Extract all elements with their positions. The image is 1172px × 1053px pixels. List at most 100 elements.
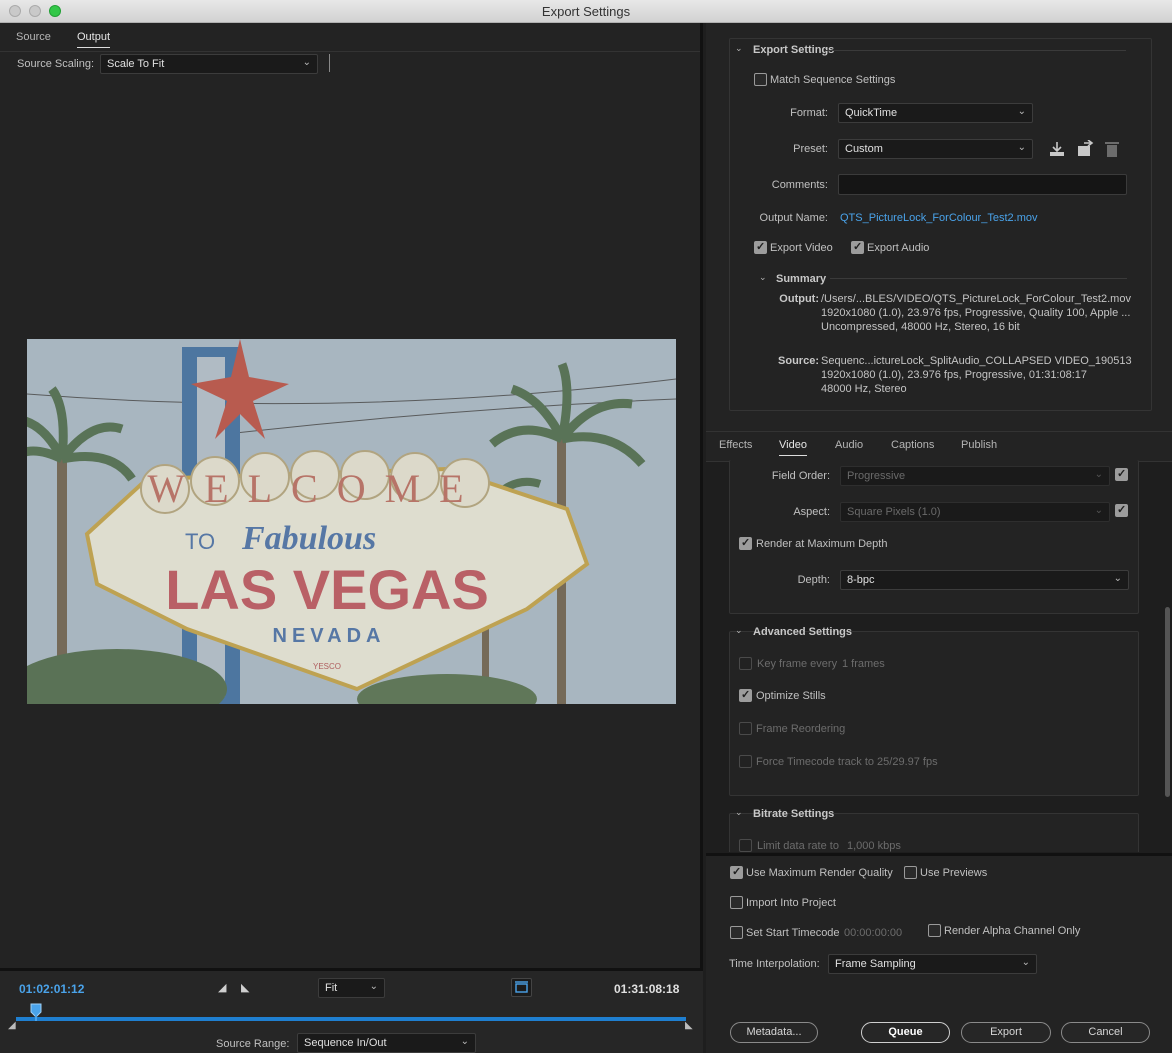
summary-output-line-1: /Users/...BLES/VIDEO/QTS_PictureLock_For…: [821, 293, 1131, 305]
set-in-point-icon[interactable]: ◢: [218, 981, 226, 994]
settings-tab-bar: Effects Video Audio Captions Publish: [706, 432, 1172, 462]
zoom-level-dropdown[interactable]: Fit ⌄: [318, 978, 385, 998]
aspect-label: Aspect:: [793, 506, 830, 518]
chevron-down-icon: ⌄: [1017, 142, 1026, 153]
export-video-checkbox[interactable]: [754, 240, 767, 254]
current-timecode[interactable]: 01:02:01:12: [19, 982, 84, 996]
aspect-value: Square Pixels (1.0): [847, 506, 941, 518]
las-vegas-sign-image: WELCOME TO Fabulous LAS VEGAS NEVADA YES…: [27, 339, 676, 704]
limit-data-rate-checkbox[interactable]: [739, 839, 752, 852]
summary-output-line-2: 1920x1080 (1.0), 23.976 fps, Progressive…: [821, 307, 1131, 319]
frame-reordering-checkbox[interactable]: [739, 722, 752, 735]
export-audio-label: Export Audio: [867, 242, 930, 254]
render-alpha-checkbox[interactable]: [928, 924, 941, 937]
format-dropdown[interactable]: QuickTime ⌄: [838, 103, 1033, 123]
key-frame-checkbox[interactable]: [739, 657, 752, 670]
preset-label: Preset:: [793, 143, 828, 155]
match-sequence-checkbox[interactable]: [754, 73, 767, 86]
timeline-bar: 01:02:01:12 ◢ ◣ Fit ⌄ 01:31:08:18 ◢ ◣ So…: [0, 968, 703, 1053]
field-order-match-checkbox[interactable]: [1115, 467, 1128, 481]
chevron-down-icon: ⌄: [1113, 573, 1122, 584]
set-start-timecode-checkbox[interactable]: [730, 926, 743, 939]
zoom-level-value: Fit: [325, 982, 338, 994]
metadata-button[interactable]: Metadata...: [730, 1022, 818, 1043]
render-max-depth-checkbox[interactable]: [739, 536, 752, 550]
format-value: QuickTime: [845, 107, 898, 119]
timeline-range-bar[interactable]: [16, 1017, 686, 1021]
start-timecode-value[interactable]: 00:00:00:00: [844, 927, 902, 939]
force-timecode-label: Force Timecode track to 25/29.97 fps: [756, 756, 938, 768]
out-point-marker-icon[interactable]: ◣: [685, 1020, 693, 1031]
set-start-timecode-label: Set Start Timecode: [746, 927, 840, 939]
in-point-marker-icon[interactable]: ◢: [8, 1020, 16, 1031]
tab-output[interactable]: Output: [77, 31, 111, 48]
depth-dropdown[interactable]: 8-bpc ⌄: [840, 570, 1129, 590]
chevron-down-icon: ⌄: [1094, 469, 1103, 480]
force-timecode-checkbox[interactable]: [739, 755, 752, 768]
output-preview-image: WELCOME TO Fabulous LAS VEGAS NEVADA YES…: [27, 339, 676, 704]
window-title-bar: Export Settings: [0, 0, 1172, 23]
source-scaling-value: Scale To Fit: [107, 58, 165, 70]
preset-value: Custom: [845, 143, 883, 155]
field-order-dropdown[interactable]: Progressive ⌄: [840, 466, 1110, 486]
preset-dropdown[interactable]: Custom ⌄: [838, 139, 1033, 159]
chevron-down-icon: ⌄: [1094, 505, 1103, 516]
chevron-down-icon: ⌄: [1017, 106, 1026, 117]
tab-captions[interactable]: Captions: [891, 439, 934, 451]
export-audio-checkbox[interactable]: [851, 240, 864, 254]
scaling-divider: [329, 54, 330, 72]
summary-output-label: Output:: [779, 293, 819, 305]
use-previews-checkbox[interactable]: [904, 866, 917, 879]
depth-label: Depth:: [797, 574, 830, 586]
chevron-down-icon[interactable]: ⌄: [735, 625, 743, 636]
tab-video[interactable]: Video: [779, 439, 807, 456]
source-scaling-dropdown[interactable]: Scale To Fit ⌄: [100, 54, 318, 74]
chevron-down-icon[interactable]: ⌄: [759, 272, 767, 283]
source-range-value: Sequence In/Out: [304, 1037, 387, 1049]
limit-data-rate-label: Limit data rate to: [757, 840, 839, 852]
advanced-settings-header: Advanced Settings: [753, 626, 853, 638]
export-settings-panel: ⌄ Export Settings Match Sequence Setting…: [706, 23, 1172, 431]
tab-source[interactable]: Source: [16, 31, 51, 43]
tab-audio[interactable]: Audio: [835, 439, 863, 451]
chevron-down-icon: ⌄: [369, 981, 378, 992]
delete-preset-icon[interactable]: [1104, 140, 1120, 158]
aspect-match-checkbox[interactable]: [1115, 503, 1128, 517]
cancel-button[interactable]: Cancel: [1061, 1022, 1150, 1043]
output-name-link[interactable]: QTS_PictureLock_ForColour_Test2.mov: [840, 212, 1037, 224]
optimize-stills-label: Optimize Stills: [756, 690, 826, 702]
key-frame-value[interactable]: 1 frames: [842, 658, 885, 670]
optimize-stills-checkbox[interactable]: [739, 688, 752, 702]
queue-button[interactable]: Queue: [861, 1022, 950, 1043]
chevron-down-icon: ⌄: [460, 1036, 469, 1047]
save-preset-icon[interactable]: [1048, 140, 1066, 158]
export-video-label: Export Video: [770, 242, 833, 254]
summary-source-line-1: Sequenc...ictureLock_SplitAudio_COLLAPSE…: [821, 355, 1132, 367]
aspect-correction-button[interactable]: [511, 978, 532, 997]
import-into-project-checkbox[interactable]: [730, 896, 743, 909]
field-order-label: Field Order:: [771, 470, 830, 482]
key-frame-label: Key frame every: [757, 658, 838, 670]
tab-publish[interactable]: Publish: [961, 439, 997, 451]
comments-label: Comments:: [771, 179, 828, 191]
use-max-quality-checkbox[interactable]: [730, 865, 743, 879]
chevron-down-icon[interactable]: ⌄: [735, 807, 743, 818]
render-max-depth-label: Render at Maximum Depth: [756, 538, 888, 550]
playhead-handle[interactable]: [30, 1003, 42, 1021]
import-preset-icon[interactable]: [1076, 140, 1094, 158]
chevron-down-icon[interactable]: ⌄: [735, 43, 743, 54]
comments-input[interactable]: [838, 174, 1127, 195]
frame-reordering-label: Frame Reordering: [756, 723, 846, 735]
limit-data-rate-value[interactable]: 1,000 kbps: [847, 840, 901, 852]
set-out-point-icon[interactable]: ◣: [241, 981, 249, 994]
summary-output-line-3: Uncompressed, 48000 Hz, Stereo, 16 bit: [821, 321, 1020, 333]
time-interpolation-dropdown[interactable]: Frame Sampling ⌄: [828, 954, 1037, 974]
source-range-dropdown[interactable]: Sequence In/Out ⌄: [297, 1033, 476, 1053]
export-button[interactable]: Export: [961, 1022, 1051, 1043]
tab-effects[interactable]: Effects: [719, 439, 752, 451]
settings-tabs-panel: Effects Video Audio Captions Publish Fie…: [706, 431, 1172, 852]
settings-scrollbar[interactable]: [1165, 607, 1170, 797]
field-order-value: Progressive: [847, 470, 906, 482]
chevron-down-icon: ⌄: [1021, 957, 1030, 968]
aspect-dropdown[interactable]: Square Pixels (1.0) ⌄: [840, 502, 1110, 522]
